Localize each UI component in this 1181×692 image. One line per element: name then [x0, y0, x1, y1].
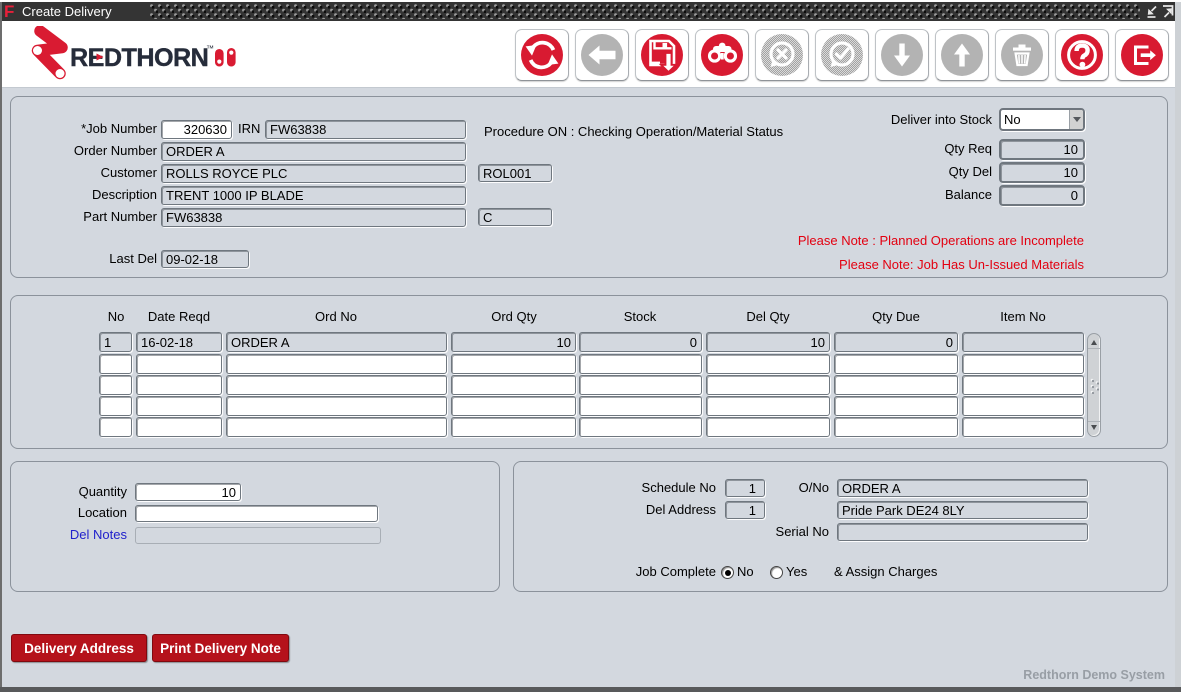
svg-text:™: ™ — [206, 44, 214, 53]
svg-text:REDTHORN: REDTHORN — [70, 44, 208, 72]
